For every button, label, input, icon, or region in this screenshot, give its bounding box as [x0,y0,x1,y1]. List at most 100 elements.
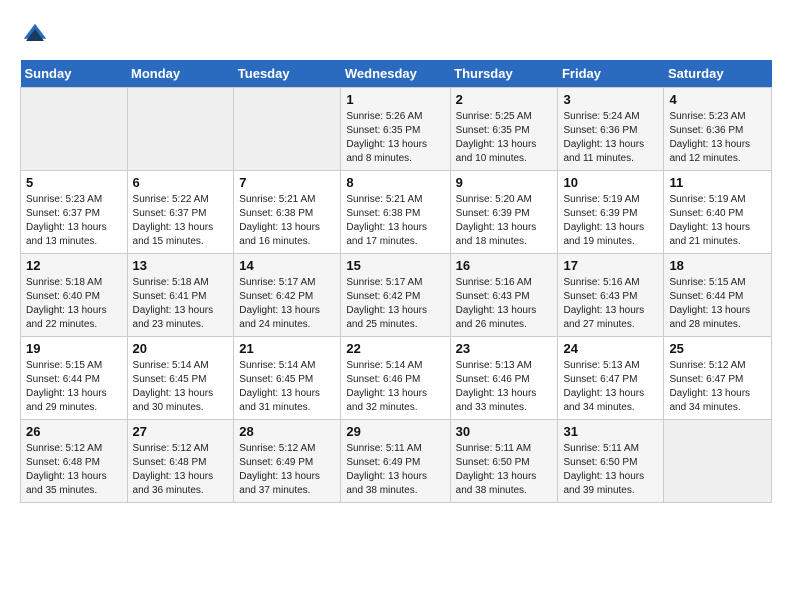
calendar-cell: 10 Sunrise: 5:19 AM Sunset: 6:39 PM Dayli… [558,171,664,254]
calendar-cell: 29 Sunrise: 5:11 AM Sunset: 6:49 PM Dayli… [341,420,450,503]
day-number: 9 [456,175,553,190]
day-info: Sunrise: 5:12 AM Sunset: 6:48 PM Dayligh… [133,442,229,498]
calendar-cell: 28Sunrise: 5:12 AM Sunset: 6:49 PM Dayli… [234,420,341,503]
day-info: Sunrise: 5:14 AM Sunset: 6:45 PM Dayligh… [239,359,335,415]
calendar-cell: 13 Sunrise: 5:18 AM Sunset: 6:41 PM Dayli… [127,254,234,337]
day-info: Sunrise: 5:18 AM Sunset: 6:41 PM Dayligh… [133,276,229,332]
day-info: Sunrise: 5:20 AM Sunset: 6:39 PM Dayligh… [456,193,553,249]
day-info: Sunrise: 5:12 AM Sunset: 6:48 PM Dayligh… [26,442,122,498]
day-number: 8 [346,175,444,190]
day-number: 16 [456,258,553,273]
week-row-3: 12 Sunrise: 5:18 AM Sunset: 6:40 PM Dayli… [21,254,772,337]
day-number: 24 [563,341,658,356]
week-row-2: 5 Sunrise: 5:23 AM Sunset: 6:37 PM Daylig… [21,171,772,254]
calendar-cell: 22Sunrise: 5:14 AM Sunset: 6:46 PM Dayli… [341,337,450,420]
day-number: 22 [346,341,444,356]
day-header-friday: Friday [558,60,664,88]
day-number: 12 [26,258,122,273]
day-info: Sunrise: 5:23 AM Sunset: 6:37 PM Dayligh… [26,193,122,249]
day-info: Sunrise: 5:19 AM Sunset: 6:40 PM Dayligh… [669,193,766,249]
calendar-cell: 5 Sunrise: 5:23 AM Sunset: 6:37 PM Daylig… [21,171,128,254]
day-number: 20 [133,341,229,356]
day-number: 11 [669,175,766,190]
day-number: 6 [133,175,229,190]
day-number: 13 [133,258,229,273]
calendar-cell [127,88,234,171]
day-number: 2 [456,92,553,107]
week-row-4: 19 Sunrise: 5:15 AM Sunset: 6:44 PM Dayli… [21,337,772,420]
day-header-wednesday: Wednesday [341,60,450,88]
day-number: 1 [346,92,444,107]
day-info: Sunrise: 5:19 AM Sunset: 6:39 PM Dayligh… [563,193,658,249]
calendar-cell: 25Sunrise: 5:12 AM Sunset: 6:47 PM Dayli… [664,337,772,420]
calendar-cell: 27Sunrise: 5:12 AM Sunset: 6:48 PM Dayli… [127,420,234,503]
calendar-cell: 4Sunrise: 5:23 AM Sunset: 6:36 PM Daylig… [664,88,772,171]
day-number: 3 [563,92,658,107]
calendar-cell: 24Sunrise: 5:13 AM Sunset: 6:47 PM Dayli… [558,337,664,420]
week-row-5: 26Sunrise: 5:12 AM Sunset: 6:48 PM Dayli… [21,420,772,503]
calendar-cell: 1 Sunrise: 5:26 AM Sunset: 6:35 PM Daylig… [341,88,450,171]
day-info: Sunrise: 5:23 AM Sunset: 6:36 PM Dayligh… [669,110,766,166]
calendar-cell: 23 Sunrise: 5:13 AM Sunset: 6:46 PM Dayli… [450,337,558,420]
day-info: Sunrise: 5:17 AM Sunset: 6:42 PM Dayligh… [239,276,335,332]
calendar-cell [664,420,772,503]
calendar-cell: 18Sunrise: 5:15 AM Sunset: 6:44 PM Dayli… [664,254,772,337]
calendar-cell: 20 Sunrise: 5:14 AM Sunset: 6:45 PM Dayli… [127,337,234,420]
week-row-1: 1 Sunrise: 5:26 AM Sunset: 6:35 PM Daylig… [21,88,772,171]
day-number: 23 [456,341,553,356]
day-number: 15 [346,258,444,273]
calendar-table: SundayMondayTuesdayWednesdayThursdayFrid… [20,60,772,503]
day-info: Sunrise: 5:16 AM Sunset: 6:43 PM Dayligh… [456,276,553,332]
day-info: Sunrise: 5:11 AM Sunset: 6:50 PM Dayligh… [456,442,553,498]
day-info: Sunrise: 5:14 AM Sunset: 6:45 PM Dayligh… [133,359,229,415]
calendar-cell: 21 Sunrise: 5:14 AM Sunset: 6:45 PM Dayli… [234,337,341,420]
calendar-cell: 7 Sunrise: 5:21 AM Sunset: 6:38 PM Daylig… [234,171,341,254]
calendar-cell: 11 Sunrise: 5:19 AM Sunset: 6:40 PM Dayli… [664,171,772,254]
day-header-tuesday: Tuesday [234,60,341,88]
day-number: 30 [456,424,553,439]
day-number: 21 [239,341,335,356]
calendar-cell: 30 Sunrise: 5:11 AM Sunset: 6:50 PM Dayli… [450,420,558,503]
page-header [20,20,772,50]
day-info: Sunrise: 5:24 AM Sunset: 6:36 PM Dayligh… [563,110,658,166]
day-number: 18 [669,258,766,273]
day-number: 14 [239,258,335,273]
calendar-cell: 26Sunrise: 5:12 AM Sunset: 6:48 PM Dayli… [21,420,128,503]
day-header-sunday: Sunday [21,60,128,88]
day-info: Sunrise: 5:26 AM Sunset: 6:35 PM Dayligh… [346,110,444,166]
day-info: Sunrise: 5:21 AM Sunset: 6:38 PM Dayligh… [239,193,335,249]
calendar-cell: 15 Sunrise: 5:17 AM Sunset: 6:42 PM Dayli… [341,254,450,337]
day-info: Sunrise: 5:11 AM Sunset: 6:49 PM Dayligh… [346,442,444,498]
logo-icon [20,20,50,50]
calendar-cell [234,88,341,171]
calendar-cell: 17Sunrise: 5:16 AM Sunset: 6:43 PM Dayli… [558,254,664,337]
day-header-saturday: Saturday [664,60,772,88]
calendar-cell: 3 Sunrise: 5:24 AM Sunset: 6:36 PM Daylig… [558,88,664,171]
calendar-cell: 12 Sunrise: 5:18 AM Sunset: 6:40 PM Dayli… [21,254,128,337]
calendar-cell: 8 Sunrise: 5:21 AM Sunset: 6:38 PM Daylig… [341,171,450,254]
calendar-cell: 6 Sunrise: 5:22 AM Sunset: 6:37 PM Daylig… [127,171,234,254]
header-row: SundayMondayTuesdayWednesdayThursdayFrid… [21,60,772,88]
day-number: 10 [563,175,658,190]
day-info: Sunrise: 5:13 AM Sunset: 6:46 PM Dayligh… [456,359,553,415]
day-info: Sunrise: 5:11 AM Sunset: 6:50 PM Dayligh… [563,442,658,498]
calendar-cell: 19 Sunrise: 5:15 AM Sunset: 6:44 PM Dayli… [21,337,128,420]
day-number: 19 [26,341,122,356]
calendar-cell [21,88,128,171]
day-number: 31 [563,424,658,439]
day-info: Sunrise: 5:17 AM Sunset: 6:42 PM Dayligh… [346,276,444,332]
calendar-cell: 31 Sunrise: 5:11 AM Sunset: 6:50 PM Dayli… [558,420,664,503]
day-info: Sunrise: 5:15 AM Sunset: 6:44 PM Dayligh… [26,359,122,415]
day-info: Sunrise: 5:21 AM Sunset: 6:38 PM Dayligh… [346,193,444,249]
day-number: 5 [26,175,122,190]
calendar-cell: 14 Sunrise: 5:17 AM Sunset: 6:42 PM Dayli… [234,254,341,337]
day-info: Sunrise: 5:12 AM Sunset: 6:49 PM Dayligh… [239,442,335,498]
logo [20,20,54,50]
day-number: 7 [239,175,335,190]
day-info: Sunrise: 5:25 AM Sunset: 6:35 PM Dayligh… [456,110,553,166]
day-number: 25 [669,341,766,356]
day-info: Sunrise: 5:22 AM Sunset: 6:37 PM Dayligh… [133,193,229,249]
calendar-cell: 16 Sunrise: 5:16 AM Sunset: 6:43 PM Dayli… [450,254,558,337]
day-number: 29 [346,424,444,439]
day-info: Sunrise: 5:18 AM Sunset: 6:40 PM Dayligh… [26,276,122,332]
